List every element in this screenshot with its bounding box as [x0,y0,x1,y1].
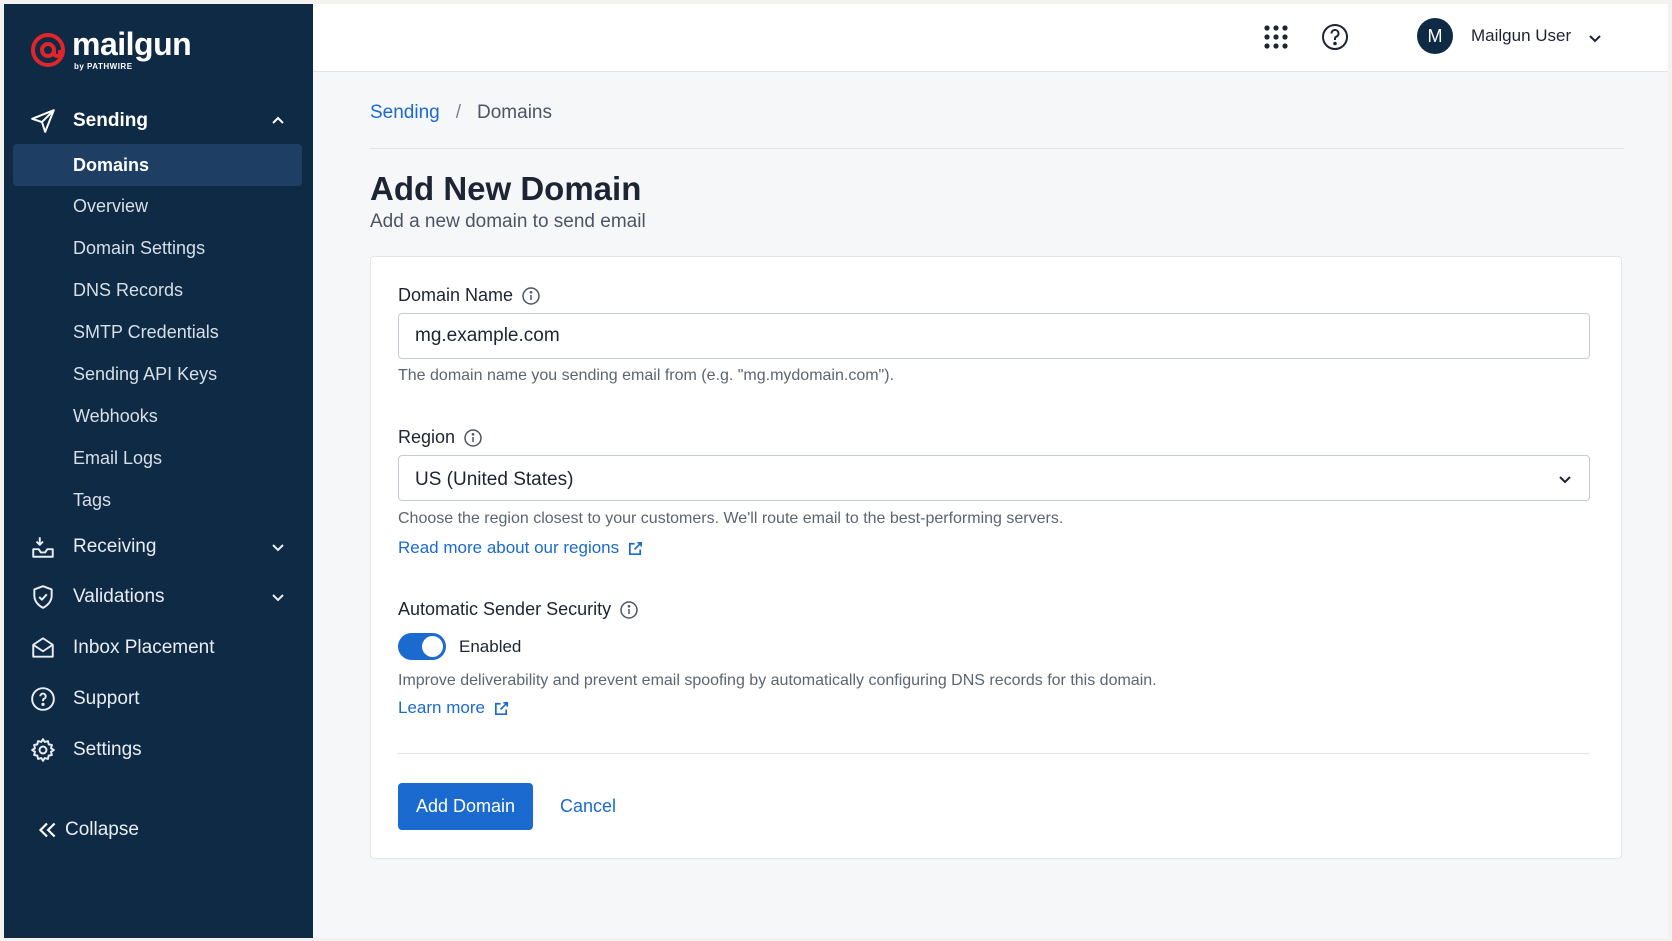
page-subtitle: Add a new domain to send email [370,211,646,232]
sidebar-item-label: Support [73,688,140,709]
domain-name-help: The domain name you sending email from (… [398,367,895,384]
sidebar-group-validations[interactable]: Validations [4,574,313,620]
sidebar-item-label: Overview [73,195,149,216]
sidebar-item-settings[interactable]: Settings [4,727,313,773]
sidebar-item-webhooks[interactable]: Webhooks [13,395,302,437]
breadcrumb-current: Domains [477,102,552,123]
page-title: Add New Domain [370,170,642,207]
sidebar-group-label: Validations [73,586,165,607]
sidebar-item-label: Settings [73,739,142,760]
sidebar-item-tags[interactable]: Tags [13,479,302,521]
sender-security-label: Automatic Sender Security [398,599,639,620]
divider [398,753,1590,754]
sender-security-toggle-label: Enabled [459,637,522,656]
sidebar-item-inbox-placement[interactable]: Inbox Placement [4,625,313,671]
add-domain-button[interactable]: Add Domain [398,783,533,830]
chevron-up-icon [272,116,284,124]
sidebar-item-smtp-credentials[interactable]: SMTP Credentials [13,311,302,353]
add-domain-form: Domain Name The domain name you sending … [370,256,1622,859]
sidebar-item-sending-api-keys[interactable]: Sending API Keys [13,353,302,395]
sidebar-group-label: Receiving [73,536,157,557]
app-window: mailgun by PATHWIRE Sending Domains Over… [4,4,1668,938]
sidebar-item-dns-records[interactable]: DNS Records [13,269,302,311]
sidebar-item-label: Sending API Keys [73,363,218,384]
help-icon[interactable] [1320,22,1350,52]
sidebar-item-overview[interactable]: Overview [13,185,302,227]
mailgun-logo[interactable]: mailgun by PATHWIRE [30,26,192,71]
mailgun-logo-icon [31,32,65,67]
breadcrumb: Sending / Domains [370,102,552,124]
region-select-value: US (United States) [415,469,574,490]
sidebar-item-label: Tags [73,489,112,510]
logo-wordmark: mailgun [72,26,192,62]
sidebar-item-label: Email Logs [73,447,163,468]
sidebar-item-label: Inbox Placement [73,637,215,658]
send-icon [30,108,56,134]
double-chevron-left-icon [34,817,60,843]
external-link-icon [629,541,643,555]
sidebar-group-receiving[interactable]: Receiving [4,524,313,570]
sidebar-collapse-button[interactable]: Collapse [4,807,313,853]
top-bar [313,4,1668,72]
breadcrumb-sending-link[interactable]: Sending [370,102,440,124]
sidebar-group-sending[interactable]: Sending [4,98,313,144]
chevron-down-icon[interactable] [1587,30,1603,46]
shield-check-icon [30,584,56,610]
breadcrumb-separator: / [455,102,462,123]
sidebar-item-email-logs[interactable]: Email Logs [13,437,302,479]
info-icon[interactable] [463,428,483,448]
sender-security-toggle[interactable] [398,633,446,660]
gear-icon [30,737,56,763]
learn-more-link-text: Learn more [398,698,485,717]
info-icon[interactable] [619,600,639,620]
sidebar-group-label: Sending [73,110,148,131]
sidebar-item-domains[interactable]: Domains [13,144,302,186]
learn-more-link[interactable]: Learn more [398,698,510,718]
domain-name-label-text: Domain Name [398,285,514,305]
avatar[interactable]: M [1417,18,1453,54]
regions-link-text: Read more about our regions [398,538,620,557]
sidebar-item-label: Webhooks [73,405,158,426]
regions-read-more-link[interactable]: Read more about our regions [398,538,644,558]
sidebar-item-domain-settings[interactable]: Domain Settings [13,227,302,269]
inbox-icon [30,534,56,560]
sidebar-item-support[interactable]: Support [4,676,313,722]
sidebar-item-label: DNS Records [73,279,184,300]
logo-byline: by PATHWIRE [74,62,133,71]
help-icon [30,686,56,712]
domain-name-input[interactable] [398,313,1590,359]
chevron-down-icon [1559,476,1571,484]
region-select[interactable]: US (United States) [398,455,1590,501]
region-label-text: Region [398,427,456,447]
sidebar: mailgun by PATHWIRE Sending Domains Over… [4,4,313,938]
envelope-icon [30,635,56,661]
sender-security-label-text: Automatic Sender Security [398,599,612,619]
sidebar-item-label: Domains [73,154,150,175]
user-menu[interactable]: Mailgun User [1471,26,1571,46]
apps-grid-icon[interactable] [1261,22,1291,52]
external-link-icon [494,701,508,715]
cancel-button[interactable]: Cancel [560,796,616,817]
toggle-knob [422,636,443,657]
region-help: Choose the region closest to your custom… [398,510,1064,527]
region-label: Region [398,427,483,448]
sidebar-item-label: Domain Settings [73,237,206,258]
info-icon[interactable] [521,286,541,306]
divider [370,148,1624,149]
chevron-down-icon [272,594,284,602]
domain-name-label: Domain Name [398,285,541,306]
sidebar-item-label: SMTP Credentials [73,321,219,342]
collapse-label: Collapse [65,819,139,840]
chevron-down-icon [272,544,284,552]
sender-security-help: Improve deliverability and prevent email… [398,672,1157,689]
